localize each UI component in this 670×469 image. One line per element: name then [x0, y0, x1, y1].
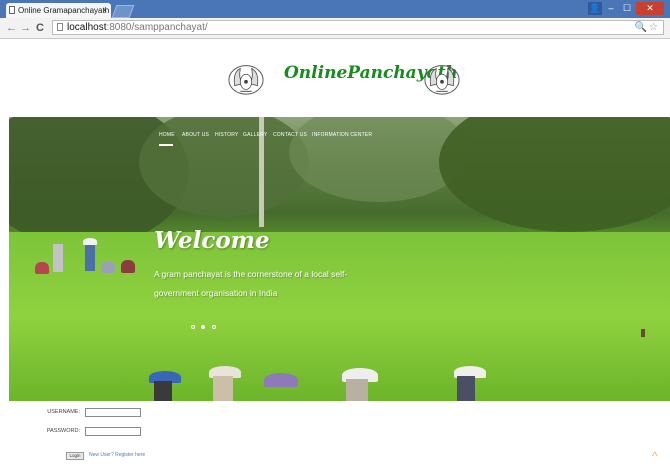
hero-title: Welcome: [154, 227, 270, 254]
hero-caption: A gram panchayat is the cornerstone of a…: [154, 269, 348, 298]
page-icon: [9, 6, 15, 14]
state-emblem-icon: [228, 65, 264, 95]
url-path: :8080/samppanchayat/: [106, 22, 208, 33]
back-button[interactable]: ←: [6, 20, 17, 36]
url-input[interactable]: localhost:8080/samppanchayat/ 🔍☆: [52, 20, 664, 35]
address-bar-row: ← → C localhost:8080/samppanchayat/ 🔍☆: [0, 18, 670, 39]
farmer-figure: [53, 244, 63, 272]
farmer-figure: [213, 376, 233, 401]
browser-tab[interactable]: Online Gramapanchayath ×: [6, 3, 111, 18]
nav-information-center[interactable]: INFORMATION CENTER: [312, 132, 372, 138]
farmer-figure: [346, 379, 368, 401]
username-label: USERNAME:: [47, 409, 80, 415]
tree-foliage: [439, 117, 670, 232]
browser-tab-bar: Online Gramapanchayath × 👤 – ☐ ✕: [0, 0, 670, 18]
register-link[interactable]: New User? Register here: [89, 452, 145, 458]
slider-dot-2[interactable]: [201, 325, 205, 329]
umbrella-hat: [83, 238, 97, 245]
minimize-button[interactable]: –: [604, 2, 618, 15]
login-button[interactable]: Login: [66, 452, 84, 460]
nav-home[interactable]: HOME: [159, 132, 175, 138]
tab-title: Online Gramapanchayath: [18, 6, 110, 15]
nav-active-indicator: [159, 144, 173, 146]
farmer-figure: [154, 381, 172, 401]
page-icon: [57, 23, 63, 31]
bookmark-star-icon[interactable]: ☆: [649, 22, 660, 33]
tab-close-icon[interactable]: ×: [102, 3, 107, 18]
farmer-figure: [101, 261, 115, 273]
nav-about-us[interactable]: ABOUT US: [182, 132, 209, 138]
umbrella-hat: [264, 373, 298, 387]
distant-figure: [641, 329, 645, 337]
reload-button[interactable]: C: [36, 20, 44, 36]
forward-button[interactable]: →: [20, 20, 31, 36]
maximize-button[interactable]: ☐: [620, 2, 634, 15]
farmer-figure: [121, 260, 135, 273]
new-tab-button[interactable]: [111, 5, 135, 18]
url-host: localhost: [67, 22, 107, 33]
nav-gallery[interactable]: GALLERY: [243, 132, 267, 138]
slider-dot-1[interactable]: [191, 325, 195, 329]
username-input[interactable]: [85, 408, 141, 417]
farmer-figure: [85, 245, 95, 271]
password-input[interactable]: [85, 427, 141, 436]
scroll-to-top-icon[interactable]: ^: [652, 449, 658, 463]
state-emblem-icon: [424, 65, 460, 95]
farmer-figure: [35, 262, 49, 274]
paddy-field: [9, 232, 670, 401]
slider-dot-3[interactable]: [212, 325, 216, 329]
site-header: OnlinePanchayath: [0, 39, 670, 117]
close-window-button[interactable]: ✕: [636, 2, 664, 15]
hero-slider: HOME ABOUT US HISTORY GALLERY CONTACT US…: [9, 117, 670, 401]
nav-contact-us[interactable]: CONTACT US: [273, 132, 307, 138]
farmer-figure: [457, 376, 475, 401]
user-icon[interactable]: 👤: [588, 2, 602, 15]
nav-history[interactable]: HISTORY: [215, 132, 238, 138]
password-label: PASSWORD:: [46, 428, 80, 434]
zoom-icon[interactable]: 🔍: [635, 22, 649, 33]
